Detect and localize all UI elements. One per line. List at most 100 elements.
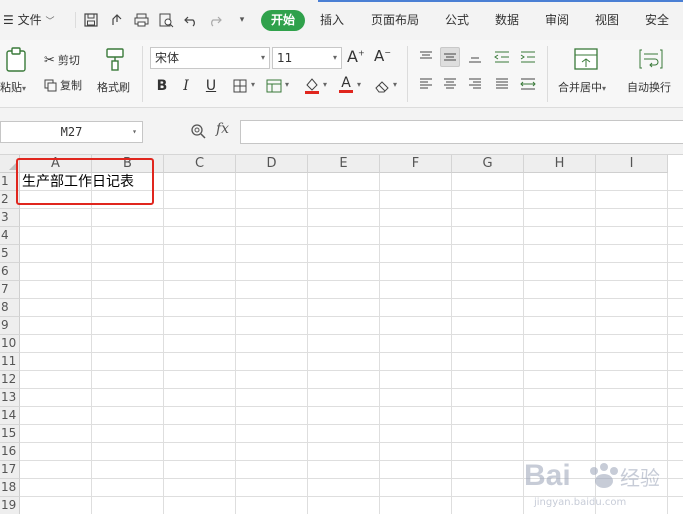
decrease-indent-icon[interactable] xyxy=(492,47,512,67)
file-menu[interactable]: ☰ 文件 ﹀ xyxy=(3,11,54,29)
row-header[interactable]: 12 xyxy=(0,371,20,389)
align-left-icon[interactable] xyxy=(416,74,436,94)
tab-security[interactable]: 安全 xyxy=(645,11,669,29)
format-painter-label[interactable]: 格式刷 xyxy=(97,79,130,95)
tab-home[interactable]: 开始 xyxy=(261,10,305,31)
menu-bar: ☰ 文件 ﹀ ▾ 开始 插入 页面布局 公式 数据 审阅 视图 安全 xyxy=(0,0,683,40)
row-header[interactable]: 16 xyxy=(0,443,20,461)
tab-formulas[interactable]: 公式 xyxy=(445,11,469,29)
chevron-down-icon: ﹀ xyxy=(45,17,55,27)
copy-button[interactable]: 复制 xyxy=(44,77,82,93)
save-icon[interactable] xyxy=(83,12,99,28)
undo-icon[interactable] xyxy=(183,12,199,28)
spreadsheet-grid[interactable]: ABCDEFGHI 1 2 3 4 5 6 7 8 9 10 11 12 13 14 15 16 17 18 19 … xyxy=(0,155,683,514)
font-color-button[interactable]: A xyxy=(336,74,356,94)
chevron-down-icon: ▾ xyxy=(260,53,265,62)
row-header[interactable]: 4 xyxy=(0,227,20,245)
watermark-brand: Bai xyxy=(524,459,571,492)
column-header[interactable]: G xyxy=(452,155,524,173)
chevron-down-icon: ▾ xyxy=(332,53,337,62)
print-icon[interactable] xyxy=(133,12,149,28)
row-headers: 1 2 3 4 5 6 7 8 9 10 11 12 13 14 15 16 17 18 19 xyxy=(0,173,20,514)
zoom-lookup-icon[interactable] xyxy=(189,122,207,140)
chevron-down-icon[interactable]: ▾ xyxy=(251,80,255,89)
italic-button[interactable]: I xyxy=(176,76,196,96)
eraser-icon[interactable] xyxy=(372,76,392,96)
tab-insert[interactable]: 插入 xyxy=(320,11,344,29)
ribbon: 粘贴▾ ✂ 剪切 复制 格式刷 宋体 ▾ 11 ▾ A+ A− B I U ▾ … xyxy=(0,40,683,108)
row-header[interactable]: 11 xyxy=(0,353,20,371)
row-header[interactable]: 19 xyxy=(0,497,20,514)
ribbon-divider xyxy=(142,46,143,102)
paste-label[interactable]: 粘贴▾ xyxy=(0,79,26,95)
insert-function-button[interactable]: fx xyxy=(216,121,229,137)
underline-button[interactable]: U xyxy=(201,76,221,96)
row-header[interactable]: 18 xyxy=(0,479,20,497)
justify-icon[interactable] xyxy=(492,74,512,94)
column-header[interactable]: F xyxy=(380,155,452,173)
tab-data[interactable]: 数据 xyxy=(495,11,519,29)
tab-view[interactable]: 视图 xyxy=(595,11,619,29)
redo-icon[interactable] xyxy=(207,12,223,28)
font-color-swatch xyxy=(339,89,353,93)
name-box[interactable]: M27 ▾ xyxy=(0,121,143,143)
align-right-icon[interactable] xyxy=(465,74,485,94)
paste-button[interactable] xyxy=(2,46,30,74)
file-menu-label: 文件 xyxy=(17,13,42,27)
align-center-icon[interactable] xyxy=(440,74,460,94)
row-header[interactable]: 5 xyxy=(0,245,20,263)
chevron-down-icon[interactable]: ▾ xyxy=(285,80,289,89)
distributed-align-icon[interactable] xyxy=(518,74,538,94)
copy-icon xyxy=(44,79,57,91)
borders-icon[interactable] xyxy=(230,76,250,96)
row-header[interactable]: 15 xyxy=(0,425,20,443)
formula-input[interactable] xyxy=(240,120,683,144)
wrap-text-button[interactable]: 自动换行 xyxy=(627,79,671,95)
watermark-brand-suffix: 经验 xyxy=(620,466,660,490)
align-top-icon[interactable] xyxy=(416,47,436,67)
column-header[interactable]: C xyxy=(164,155,236,173)
watermark-url: jingyan.baidu.com xyxy=(533,497,626,508)
increase-indent-icon[interactable] xyxy=(518,47,538,67)
font-size-select[interactable]: 11 ▾ xyxy=(272,47,342,69)
grow-font-button[interactable]: A+ xyxy=(347,47,365,66)
column-header[interactable]: H xyxy=(524,155,596,173)
row-header[interactable]: 17 xyxy=(0,461,20,479)
formula-bar: M27 ▾ fx xyxy=(0,108,683,155)
tab-review[interactable]: 审阅 xyxy=(545,11,569,29)
row-header[interactable]: 8 xyxy=(0,299,20,317)
export-icon[interactable] xyxy=(109,12,125,28)
customize-quick-access-icon[interactable]: ▾ xyxy=(234,12,250,28)
column-header[interactable]: D xyxy=(236,155,308,173)
column-header[interactable]: E xyxy=(308,155,380,173)
tab-accent-line xyxy=(318,0,683,2)
merge-center-icon[interactable] xyxy=(573,46,599,72)
fill-color-icon[interactable] xyxy=(302,75,322,95)
chevron-down-icon[interactable]: ▾ xyxy=(393,80,397,89)
print-preview-icon[interactable] xyxy=(158,12,174,28)
align-bottom-icon[interactable] xyxy=(465,47,485,67)
bold-button[interactable]: B xyxy=(152,76,172,96)
chevron-down-icon[interactable]: ▾ xyxy=(323,80,327,89)
wrap-text-icon[interactable] xyxy=(638,46,664,72)
tab-page-layout[interactable]: 页面布局 xyxy=(371,11,419,29)
shrink-font-button[interactable]: A− xyxy=(374,47,391,65)
font-name-select[interactable]: 宋体 ▾ xyxy=(150,47,270,69)
format-painter-icon[interactable] xyxy=(103,46,127,72)
row-header[interactable]: 3 xyxy=(0,209,20,227)
row-header[interactable]: 9 xyxy=(0,317,20,335)
merge-center-button[interactable]: 合并居中▾ xyxy=(558,79,606,95)
ribbon-divider xyxy=(407,46,408,102)
column-header[interactable]: I xyxy=(596,155,668,173)
cut-button[interactable]: ✂ 剪切 xyxy=(44,52,80,68)
cell-style-icon[interactable] xyxy=(264,76,284,96)
chevron-down-icon[interactable]: ▾ xyxy=(357,80,361,89)
row-header[interactable]: 10 xyxy=(0,335,20,353)
row-header[interactable]: 7 xyxy=(0,281,20,299)
highlight-annotation-box xyxy=(16,158,154,205)
row-header[interactable]: 6 xyxy=(0,263,20,281)
align-middle-icon[interactable] xyxy=(440,47,460,67)
row-header[interactable]: 13 xyxy=(0,389,20,407)
row-header[interactable]: 14 xyxy=(0,407,20,425)
scissors-icon: ✂ xyxy=(44,52,55,68)
